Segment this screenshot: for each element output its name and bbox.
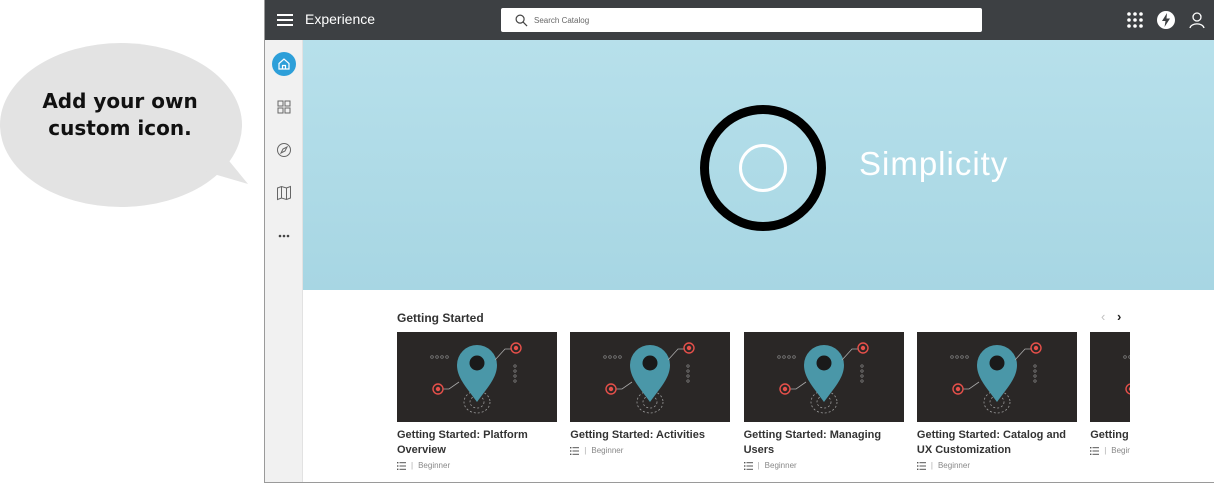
course-meta: | Begin	[1090, 446, 1130, 455]
course-title[interactable]: Getting Started: Platform Overview	[397, 428, 557, 458]
search-input[interactable]	[534, 15, 954, 25]
location-pin-thumbnail-icon	[743, 332, 904, 422]
more-icon	[278, 234, 290, 238]
course-level: Beginner	[937, 461, 970, 470]
meta-separator: |	[930, 461, 933, 470]
grid-icon	[277, 100, 291, 114]
sidebar-item-more[interactable]	[272, 224, 296, 248]
hero-title: Simplicity	[859, 145, 1009, 182]
course-card[interactable]: Getting Automa | Begin	[1090, 332, 1130, 455]
course-title[interactable]: Getting Started: Activities	[570, 428, 730, 443]
course-title[interactable]: Getting Started: Catalog and UX Customiz…	[917, 428, 1077, 458]
hero-banner: Simplicity	[303, 40, 1214, 290]
sidebar-item-home[interactable]	[272, 52, 296, 76]
list-icon	[570, 446, 580, 455]
carousel-prev-button[interactable]: ‹	[1101, 309, 1105, 324]
meta-separator: |	[757, 461, 760, 470]
lightning-icon[interactable]	[1156, 10, 1176, 30]
sidebar	[265, 40, 303, 482]
course-card[interactable]: Getting Started: Activities | Beginner	[570, 332, 731, 455]
sidebar-item-catalog[interactable]	[272, 95, 296, 119]
list-icon	[397, 461, 406, 470]
app-window: Experience Search Catalog Simplicity Get…	[264, 0, 1214, 483]
compass-icon	[277, 143, 291, 157]
course-level: Beginner	[764, 461, 797, 470]
meta-separator: |	[584, 446, 587, 455]
hamburger-menu-icon[interactable]	[277, 12, 293, 28]
home-icon	[278, 58, 290, 70]
course-meta: | Beginner	[570, 446, 730, 455]
search-icon	[515, 14, 528, 26]
course-level: Beginner	[418, 461, 451, 470]
course-meta: | Beginner	[743, 461, 904, 470]
location-pin-thumbnail-icon	[1090, 332, 1130, 422]
location-pin-thumbnail-icon	[397, 332, 557, 422]
search-box[interactable]	[501, 8, 982, 32]
sidebar-item-paths[interactable]	[272, 181, 296, 205]
course-title[interactable]: Getting Automa	[1090, 428, 1130, 443]
course-card[interactable]: Getting Started: Managing Users | Beginner	[743, 332, 904, 470]
course-meta: | Beginner	[397, 461, 557, 470]
callout-text: Add your own custom icon.	[22, 88, 218, 142]
meta-separator: |	[1104, 446, 1107, 455]
location-pin-thumbnail-icon	[570, 332, 731, 422]
list-icon	[916, 461, 926, 470]
callout-line-1: Add your own	[42, 89, 198, 113]
location-pin-thumbnail-icon	[916, 332, 1077, 422]
course-level: Begin	[1111, 446, 1130, 455]
course-level: Beginner	[591, 446, 624, 455]
course-carousel: Getting Started: Platform Overview | Begin…	[397, 332, 1130, 482]
carousel-next-button[interactable]: ›	[1117, 309, 1121, 324]
stage: Add your own custom icon. Experience Sea…	[0, 0, 1214, 483]
circle-logo-icon	[739, 144, 787, 192]
apps-grid-icon[interactable]	[1125, 10, 1145, 30]
top-bar: Experience	[265, 0, 1214, 40]
app-title: Experience	[305, 11, 376, 27]
course-card[interactable]: Getting Started: Catalog and UX Customiz…	[916, 332, 1077, 470]
user-profile-icon[interactable]	[1187, 10, 1207, 30]
list-icon	[743, 461, 753, 470]
list-icon	[1090, 446, 1100, 455]
callout-line-2: custom icon.	[48, 116, 192, 140]
course-card[interactable]: Getting Started: Platform Overview | Begin…	[397, 332, 557, 470]
course-title[interactable]: Getting Started: Managing Users	[744, 428, 904, 458]
course-meta: | Beginner	[916, 461, 1077, 470]
map-icon	[277, 185, 291, 201]
sidebar-item-explore[interactable]	[272, 138, 296, 162]
section-title: Getting Started	[397, 311, 484, 325]
meta-separator: |	[411, 461, 414, 470]
